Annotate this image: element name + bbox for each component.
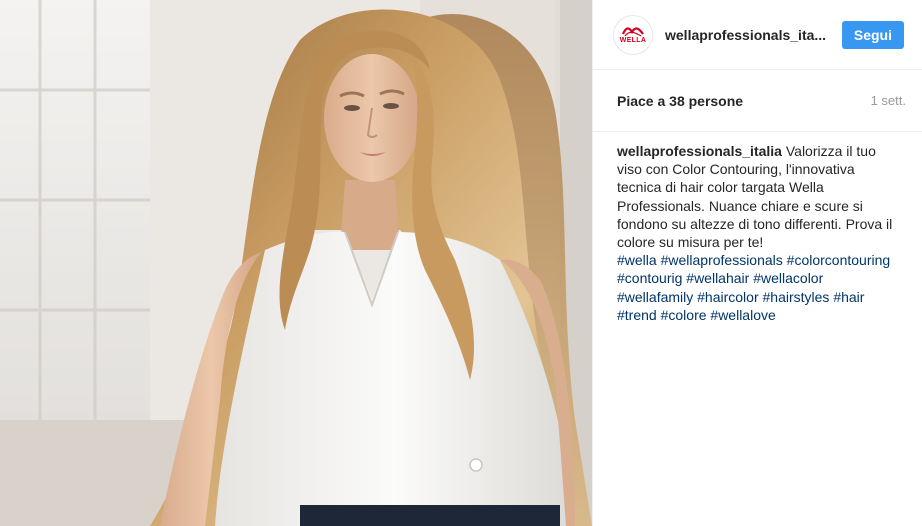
post-sidebar: WELLA wellaprofessionals_ita... Segui Pi… (592, 0, 922, 526)
caption-text: Valorizza il tuo viso con Color Contouri… (617, 143, 893, 251)
hashtag-link[interactable]: #haircolor (697, 289, 758, 305)
hashtag-link[interactable]: #hair (833, 289, 864, 305)
hashtag-link[interactable]: #wella (617, 252, 657, 268)
post-caption: wellaprofessionals_italia Valorizza il t… (593, 132, 922, 324)
hashtag-link[interactable]: #wellafamily (617, 289, 693, 305)
hashtag-link[interactable]: #contourig (617, 270, 682, 286)
header-username[interactable]: wellaprofessionals_ita... (665, 27, 826, 43)
hashtag-link[interactable]: #wellahair (686, 270, 749, 286)
hashtag-link[interactable]: #trend (617, 307, 657, 323)
wella-logo-icon (621, 26, 644, 37)
hashtag-link[interactable]: #wellaprofessionals (661, 252, 783, 268)
post-timestamp[interactable]: 1 sett. (871, 93, 906, 108)
likes-row: Piace a 38 persone 1 sett. (593, 70, 922, 132)
hashtag-link[interactable]: #colorcontouring (787, 252, 891, 268)
avatar-logo-text: WELLA (619, 36, 647, 44)
caption-username[interactable]: wellaprofessionals_italia (617, 143, 782, 159)
post-header: WELLA wellaprofessionals_ita... Segui (593, 0, 922, 70)
likes-count[interactable]: Piace a 38 persone (617, 93, 743, 109)
post-photo[interactable] (0, 0, 592, 526)
hashtag-link[interactable]: #wellacolor (753, 270, 823, 286)
avatar[interactable]: WELLA (613, 14, 653, 55)
hashtag-link[interactable]: #hairstyles (763, 289, 830, 305)
post-image (0, 0, 592, 526)
follow-button[interactable]: Segui (841, 20, 904, 49)
hashtag-list: #wella #wellaprofessionals #colorcontour… (617, 252, 890, 323)
hashtag-link[interactable]: #wellalove (710, 307, 775, 323)
instagram-post: WELLA wellaprofessionals_ita... Segui Pi… (0, 0, 922, 526)
hashtag-link[interactable]: #colore (661, 307, 707, 323)
